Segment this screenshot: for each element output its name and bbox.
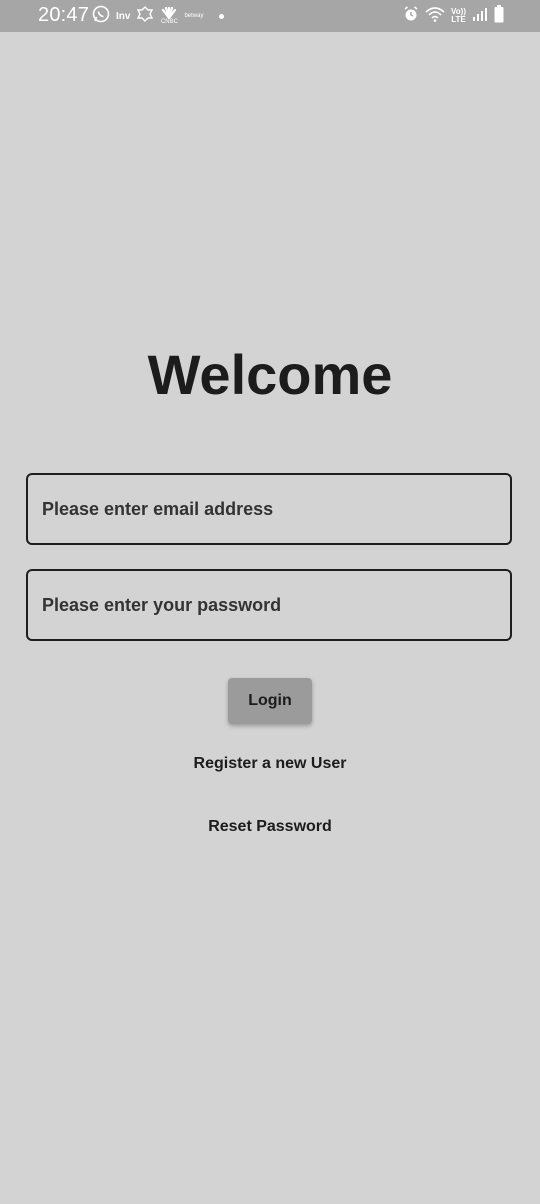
register-user-link[interactable]: Register a new User (0, 755, 540, 773)
signal-icon (472, 6, 488, 27)
wifi-icon (425, 6, 445, 27)
email-field[interactable] (26, 473, 512, 545)
status-bar: 20:47 Inv CNBC betway Vo)) LTE (0, 0, 540, 32)
alarm-icon (403, 5, 419, 27)
password-field[interactable] (26, 569, 512, 641)
notification-app-icon (136, 5, 154, 28)
more-notifications-dot (219, 13, 225, 19)
inv-app-icon: Inv (116, 10, 131, 22)
notification-icons: Inv CNBC betway (92, 5, 225, 28)
page-title: Welcome (147, 343, 393, 406)
login-button[interactable]: Login (228, 678, 312, 724)
volte-lte-icon: Vo)) LTE (451, 7, 466, 24)
status-time: 20:47 (38, 4, 90, 26)
cnbc-icon: CNBC (160, 7, 178, 25)
betway-icon: betway (184, 13, 204, 19)
whatsapp-icon (92, 5, 110, 28)
reset-password-link[interactable]: Reset Password (0, 818, 540, 836)
system-icons: Vo)) LTE (403, 4, 504, 28)
battery-icon (494, 4, 504, 28)
